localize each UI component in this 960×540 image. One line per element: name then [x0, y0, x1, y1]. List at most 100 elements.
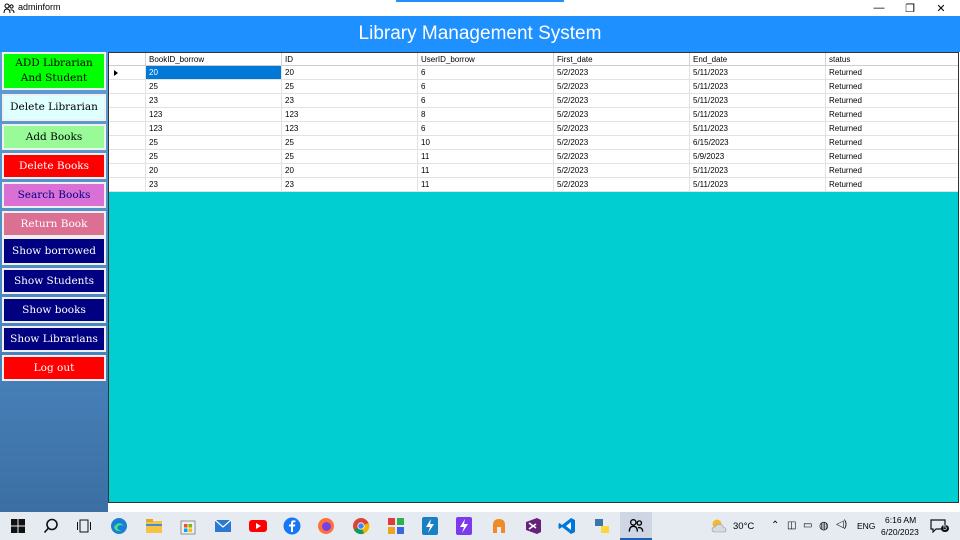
cell-first-date[interactable]: 5/2/2023	[553, 94, 689, 107]
store-icon[interactable]	[178, 516, 198, 536]
cell-first-date[interactable]: 5/2/2023	[553, 150, 689, 163]
close-button[interactable]: ✕	[926, 0, 956, 16]
cell-first-date[interactable]: 5/2/2023	[553, 108, 689, 121]
minimize-button[interactable]: —	[864, 0, 894, 16]
table-row[interactable]: 25 25 6 5/2/2023 5/11/2023 Returned	[109, 80, 958, 94]
show-borrowed-button[interactable]: Show borrowed	[2, 237, 106, 265]
row-header[interactable]	[109, 178, 145, 191]
cell-status[interactable]: Returned	[825, 94, 958, 107]
chevron-up-icon[interactable]: ⌃	[771, 520, 779, 531]
cell-id[interactable]: 23	[281, 94, 417, 107]
network-globe-icon[interactable]: ◍	[819, 519, 829, 532]
cell-userid-borrow[interactable]: 6	[417, 94, 553, 107]
cell-userid-borrow[interactable]: 8	[417, 108, 553, 121]
cell-end-date[interactable]: 5/11/2023	[689, 80, 825, 93]
cell-end-date[interactable]: 5/9/2023	[689, 150, 825, 163]
file-explorer-icon[interactable]	[144, 516, 164, 536]
cell-bookid-borrow[interactable]: 123	[145, 122, 281, 135]
github-icon[interactable]	[489, 516, 509, 536]
column-header-bookid-borrow[interactable]: BookID_borrow	[145, 53, 281, 65]
borrowed-data-grid[interactable]: BookID_borrow ID UserID_borrow First_dat…	[108, 52, 959, 503]
meet-now-icon[interactable]: ◫	[787, 520, 796, 531]
cell-first-date[interactable]: 5/2/2023	[553, 164, 689, 177]
cell-status[interactable]: Returned	[825, 108, 958, 121]
delete-librarian-button[interactable]: Delete Librarian	[2, 94, 106, 121]
table-row[interactable]: 123 123 8 5/2/2023 5/11/2023 Returned	[109, 108, 958, 122]
table-row[interactable]: 25 25 11 5/2/2023 5/9/2023 Returned	[109, 150, 958, 164]
cell-status[interactable]: Returned	[825, 164, 958, 177]
row-header[interactable]	[109, 122, 145, 135]
cell-userid-borrow[interactable]: 11	[417, 178, 553, 191]
add-librarian-and-student-button[interactable]: ADD Librarian And Student	[2, 52, 106, 90]
cell-status[interactable]: Returned	[825, 136, 958, 149]
cell-bookid-borrow[interactable]: 20	[145, 164, 281, 177]
cell-end-date[interactable]: 6/15/2023	[689, 136, 825, 149]
column-header-id[interactable]: ID	[281, 53, 417, 65]
youtube-icon[interactable]	[248, 516, 268, 536]
power-apps-icon[interactable]	[454, 516, 474, 536]
cell-bookid-borrow[interactable]: 25	[145, 136, 281, 149]
cell-end-date[interactable]: 5/11/2023	[689, 108, 825, 121]
volume-icon[interactable]: ◁)	[836, 519, 847, 530]
cell-id[interactable]: 25	[281, 80, 417, 93]
cell-end-date[interactable]: 5/11/2023	[689, 178, 825, 191]
cell-bookid-borrow[interactable]: 20	[145, 66, 281, 79]
return-book-button[interactable]: Return Book	[2, 211, 106, 237]
cell-first-date[interactable]: 5/2/2023	[553, 136, 689, 149]
cell-userid-borrow[interactable]: 6	[417, 122, 553, 135]
table-row[interactable]: 20 20 6 5/2/2023 5/11/2023 Returned	[109, 66, 958, 80]
cell-first-date[interactable]: 5/2/2023	[553, 80, 689, 93]
weather-icon[interactable]	[708, 516, 730, 536]
cell-userid-borrow[interactable]: 10	[417, 136, 553, 149]
cell-end-date[interactable]: 5/11/2023	[689, 164, 825, 177]
clock-time[interactable]: 6:16 AM	[885, 515, 916, 525]
cell-status[interactable]: Returned	[825, 150, 958, 163]
column-header-status[interactable]: status	[825, 53, 958, 65]
task-view-icon[interactable]	[74, 516, 94, 536]
row-header[interactable]	[109, 80, 145, 93]
cell-first-date[interactable]: 5/2/2023	[553, 66, 689, 79]
delete-books-button[interactable]: Delete Books	[2, 153, 106, 179]
cell-id[interactable]: 25	[281, 150, 417, 163]
cell-userid-borrow[interactable]: 6	[417, 66, 553, 79]
vscode-icon[interactable]	[557, 516, 577, 536]
column-header-end-date[interactable]: End_date	[689, 53, 825, 65]
search-books-button[interactable]: Search Books	[2, 182, 106, 208]
cell-id[interactable]: 20	[281, 66, 417, 79]
cell-bookid-borrow[interactable]: 25	[145, 80, 281, 93]
facebook-icon[interactable]	[282, 516, 302, 536]
cell-id[interactable]: 123	[281, 108, 417, 121]
battery-icon[interactable]: ▭	[803, 520, 812, 531]
visual-studio-icon[interactable]	[523, 516, 543, 536]
cell-status[interactable]: Returned	[825, 122, 958, 135]
show-books-button[interactable]: Show books	[2, 297, 106, 323]
app-grid-icon[interactable]	[386, 516, 406, 536]
table-row[interactable]: 123 123 6 5/2/2023 5/11/2023 Returned	[109, 122, 958, 136]
cell-id[interactable]: 25	[281, 136, 417, 149]
show-students-button[interactable]: Show Students	[2, 268, 106, 294]
row-header[interactable]	[109, 94, 145, 107]
cell-first-date[interactable]: 5/2/2023	[553, 178, 689, 191]
python-icon[interactable]	[592, 516, 612, 536]
cell-end-date[interactable]: 5/11/2023	[689, 94, 825, 107]
column-header-userid-borrow[interactable]: UserID_borrow	[417, 53, 553, 65]
cell-userid-borrow[interactable]: 6	[417, 80, 553, 93]
row-header[interactable]	[109, 108, 145, 121]
cell-userid-borrow[interactable]: 11	[417, 150, 553, 163]
cell-first-date[interactable]: 5/2/2023	[553, 122, 689, 135]
clock-date[interactable]: 6/20/2023	[881, 527, 919, 537]
cell-id[interactable]: 20	[281, 164, 417, 177]
search-icon[interactable]	[41, 516, 61, 536]
table-row[interactable]: 20 20 11 5/2/2023 5/11/2023 Returned	[109, 164, 958, 178]
cell-id[interactable]: 23	[281, 178, 417, 191]
mail-icon[interactable]	[213, 516, 233, 536]
cell-end-date[interactable]: 5/11/2023	[689, 66, 825, 79]
log-out-button[interactable]: Log out	[2, 355, 106, 381]
column-header-first-date[interactable]: First_date	[553, 53, 689, 65]
windows-icon[interactable]	[8, 516, 28, 536]
table-row[interactable]: 23 23 11 5/2/2023 5/11/2023 Returned	[109, 178, 958, 192]
table-row[interactable]: 23 23 6 5/2/2023 5/11/2023 Returned	[109, 94, 958, 108]
cell-userid-borrow[interactable]: 11	[417, 164, 553, 177]
cell-bookid-borrow[interactable]: 123	[145, 108, 281, 121]
show-librarians-button[interactable]: Show Librarians	[2, 326, 106, 352]
